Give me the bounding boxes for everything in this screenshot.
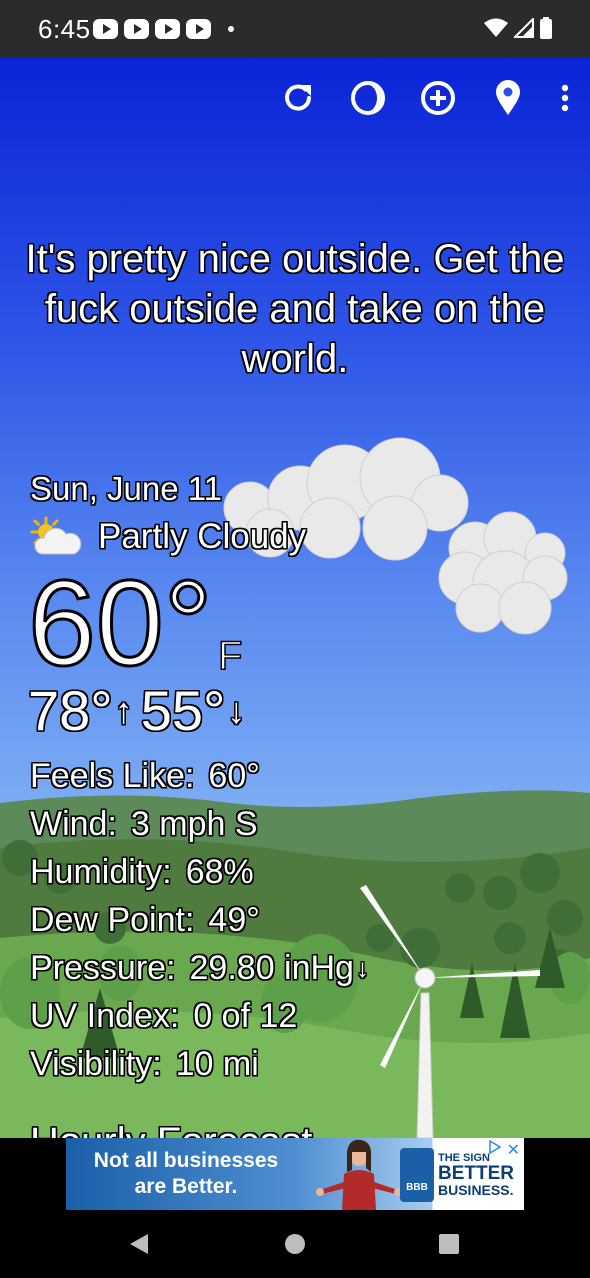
- ad-bar: Not all businesses are Better. BBB THE S…: [0, 1138, 590, 1210]
- status-right: [484, 17, 552, 39]
- ad-close-icon[interactable]: ✕: [507, 1140, 520, 1160]
- current-date: Sun, June 11: [30, 470, 223, 507]
- back-icon[interactable]: [128, 1232, 152, 1256]
- youtube-icon: [186, 19, 211, 39]
- current-temperature: 60°: [27, 555, 214, 691]
- home-icon[interactable]: [283, 1232, 307, 1256]
- detail-uv-index: UV Index 0 of 12: [30, 992, 369, 1040]
- detail-dew-point: Dew Point 49°: [30, 896, 369, 944]
- refresh-icon: [285, 84, 311, 111]
- hourly-forecast-title: Hourly Forecast: [30, 1120, 312, 1138]
- low-temperature: 55°: [140, 679, 226, 742]
- wifi-icon: [484, 18, 508, 37]
- windmill: [360, 885, 540, 1138]
- more-notifications-dot: [228, 26, 234, 32]
- recents-icon[interactable]: [437, 1232, 461, 1256]
- detail-feels-like: Feels Like 60°: [30, 752, 369, 800]
- notification-icons: [93, 19, 211, 39]
- detail-label: Pressure: [30, 944, 176, 992]
- ad-person-image: [316, 1139, 402, 1210]
- detail-wind: Wind 3 mph S: [30, 800, 369, 848]
- add-location-icon: [421, 81, 455, 115]
- ad-choices-icon[interactable]: [488, 1140, 502, 1154]
- ad-brand-line-3: BUSINESS.: [438, 1182, 514, 1198]
- condition-text: Partly Cloudy: [98, 517, 307, 556]
- weather-details: Feels Like 60° Wind 3 mph S Humidity 68%…: [30, 752, 369, 1088]
- status-bar: 6:45: [0, 0, 590, 58]
- high-temperature: 78°: [28, 679, 113, 742]
- detail-label: Dew Point: [30, 896, 194, 944]
- ad-line-1: Not all businesses: [93, 1149, 279, 1172]
- ad-brand-line-2: BETTER: [438, 1163, 514, 1184]
- condition-row: Partly Cloudy: [28, 516, 306, 558]
- more-menu-icon: [561, 84, 569, 112]
- youtube-icon: [93, 19, 118, 39]
- partly-cloudy-icon: [30, 516, 82, 555]
- status-time: 6:45: [38, 14, 91, 44]
- theme-button[interactable]: [350, 78, 386, 118]
- high-low: 78° ↑ 55° ↓: [28, 678, 253, 743]
- detail-label: Wind: [30, 800, 117, 848]
- toolbar: [280, 78, 570, 118]
- weather-headline: It's pretty nice outside. Get the fuck o…: [25, 237, 565, 381]
- detail-value: 49°: [208, 901, 260, 939]
- ad-line-2: are Better.: [134, 1175, 238, 1198]
- detail-pressure: Pressure 29.80 inHg ↓: [30, 944, 369, 992]
- detail-visibility: Visibility 10 mi: [30, 1040, 369, 1088]
- pressure-trend-icon: ↓: [355, 953, 369, 983]
- bbb-logo: BBB: [400, 1148, 434, 1202]
- location-button[interactable]: [490, 78, 526, 118]
- detail-label: UV Index: [30, 992, 179, 1040]
- detail-label: Humidity: [30, 848, 172, 896]
- cell-signal-icon: [514, 18, 534, 38]
- ad-text: Not all businesses are Better.: [66, 1148, 306, 1200]
- detail-humidity: Humidity 68%: [30, 848, 369, 896]
- navigation-bar: [0, 1210, 590, 1278]
- battery-icon: [540, 17, 552, 39]
- add-location-button[interactable]: [420, 78, 456, 118]
- ad-banner[interactable]: Not all businesses are Better. BBB THE S…: [66, 1138, 524, 1210]
- detail-label: Feels Like: [30, 752, 194, 800]
- weather-view: It's pretty nice outside. Get the fuck o…: [0, 58, 590, 1138]
- low-arrow-icon: ↓: [227, 689, 246, 731]
- temperature-unit: F: [217, 633, 243, 679]
- youtube-icon: [155, 19, 180, 39]
- youtube-icon: [124, 19, 149, 39]
- detail-value: 0 of 12: [193, 997, 298, 1035]
- detail-value: 68%: [185, 853, 254, 891]
- more-menu-button[interactable]: [560, 78, 570, 118]
- detail-label: Visibility: [30, 1040, 162, 1088]
- location-pin-icon: [496, 80, 520, 115]
- high-arrow-icon: ↑: [114, 689, 133, 731]
- detail-value: 60°: [208, 757, 260, 795]
- detail-value: 29.80 inHg: [189, 949, 354, 987]
- theme-icon: [351, 81, 385, 115]
- detail-value: 10 mi: [175, 1045, 259, 1083]
- refresh-button[interactable]: [280, 78, 316, 118]
- detail-value: 3 mph S: [130, 805, 258, 843]
